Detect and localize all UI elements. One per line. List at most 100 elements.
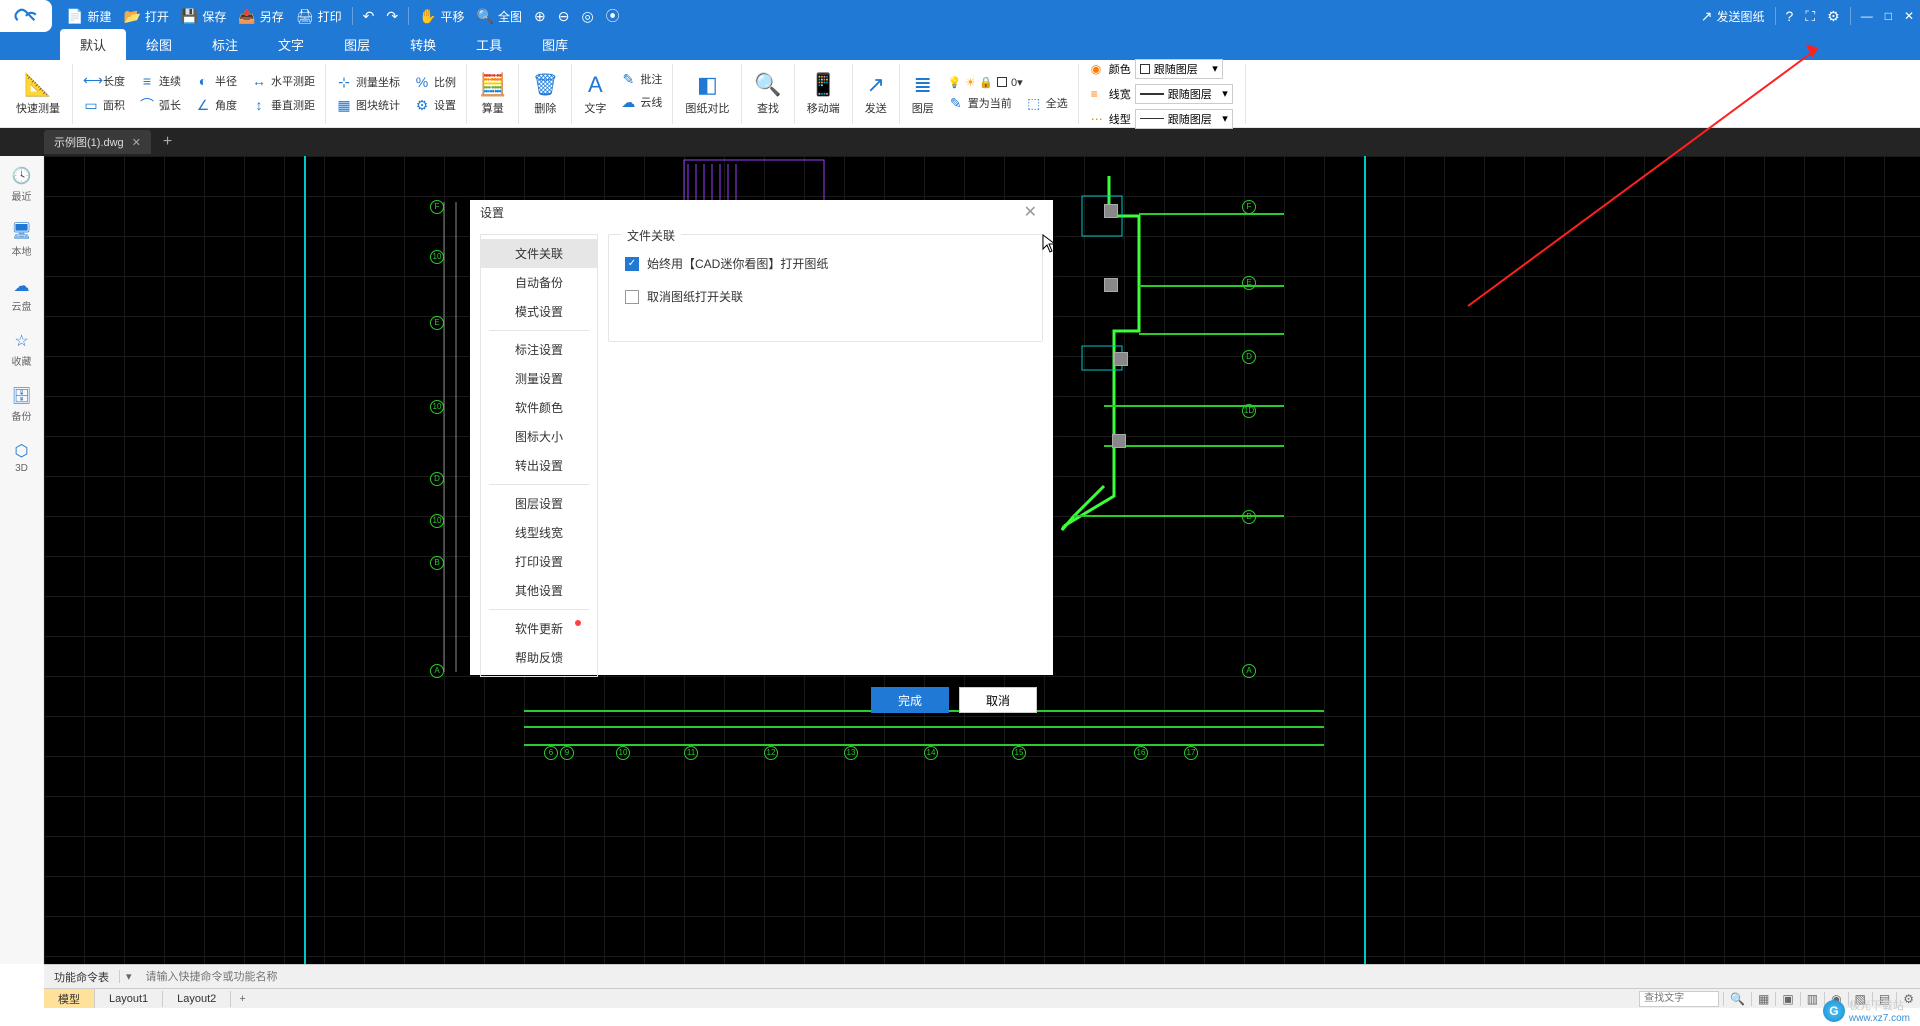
- send-button[interactable]: ↗发送: [859, 70, 893, 118]
- quick-measure-button[interactable]: 📐 快速测量: [10, 70, 66, 118]
- command-dropdown[interactable]: ▾: [119, 970, 138, 983]
- minimize-button[interactable]: —: [1855, 0, 1879, 32]
- open-button[interactable]: 📂打开: [117, 0, 174, 32]
- fullscreen-button[interactable]: ⛶: [1799, 0, 1821, 32]
- sidebar-favorite[interactable]: ☆收藏: [0, 327, 43, 372]
- dialog-close-button[interactable]: ✕: [1018, 200, 1043, 224]
- nav-other[interactable]: 其他设置: [481, 576, 597, 605]
- tab-annotate[interactable]: 标注: [192, 29, 258, 60]
- zoom-extents-button[interactable]: 🔍全图: [471, 0, 528, 32]
- nav-mode[interactable]: 模式设置: [481, 297, 597, 326]
- delete-button[interactable]: 🗑删除: [525, 70, 565, 118]
- block-stat[interactable]: ▦图块统计: [332, 96, 404, 115]
- zoom-realtime-button[interactable]: ⦿: [600, 0, 626, 32]
- sidebar-cloud[interactable]: ☁云盘: [0, 272, 43, 317]
- brush-icon: ✎: [948, 95, 964, 112]
- calc-button[interactable]: 🧮算量: [473, 70, 512, 118]
- layout-tab-model[interactable]: 模型: [44, 989, 95, 1009]
- sidebar-recent[interactable]: 🕓最近: [0, 162, 43, 207]
- sidebar-local[interactable]: 🖥本地: [0, 217, 43, 262]
- measure-hdist[interactable]: ↔水平测距: [247, 71, 319, 90]
- annotate-button[interactable]: ✎批注: [616, 70, 666, 89]
- save-button[interactable]: 💾保存: [175, 0, 232, 32]
- close-tab-icon[interactable]: ✕: [132, 136, 141, 149]
- measure-length[interactable]: ⟷长度: [79, 71, 129, 90]
- new-button[interactable]: 📄新建: [60, 0, 117, 32]
- search-go-button[interactable]: 🔍: [1723, 992, 1751, 1006]
- tab-text[interactable]: 文字: [258, 29, 324, 60]
- layer-state-row[interactable]: 💡 ☀ 🔒 0▾: [944, 75, 1072, 90]
- nav-measure[interactable]: 测量设置: [481, 364, 597, 393]
- command-input[interactable]: [138, 968, 1920, 986]
- saveas-button[interactable]: 📤另存: [232, 0, 289, 32]
- layout-tab-1[interactable]: Layout1: [95, 991, 163, 1007]
- cloud-button[interactable]: ☁云线: [616, 93, 666, 112]
- print-button[interactable]: 🖨打印: [290, 0, 348, 32]
- nav-file-assoc[interactable]: 文件关联: [481, 239, 597, 268]
- maximize-button[interactable]: □: [1879, 0, 1898, 32]
- tab-default[interactable]: 默认: [60, 29, 126, 60]
- nav-print[interactable]: 打印设置: [481, 547, 597, 576]
- pan-button[interactable]: ✋平移: [413, 0, 470, 32]
- measure-settings[interactable]: ⚙设置: [410, 96, 460, 115]
- nav-icon-size[interactable]: 图标大小: [481, 422, 597, 451]
- measure-continuous[interactable]: ≡连续: [135, 71, 185, 90]
- linetype-select[interactable]: 跟随图层▾: [1135, 109, 1233, 129]
- nav-update[interactable]: 软件更新: [481, 614, 597, 643]
- layer-select[interactable]: 0▾: [1011, 76, 1023, 89]
- tab-tools[interactable]: 工具: [456, 29, 522, 60]
- redo-button[interactable]: ↷: [380, 0, 404, 32]
- tab-draw[interactable]: 绘图: [126, 29, 192, 60]
- status-snap[interactable]: ▣: [1775, 992, 1799, 1006]
- dialog-ok-button[interactable]: 完成: [871, 687, 949, 713]
- measure-radius[interactable]: ◐半径: [191, 71, 241, 90]
- measure-vdist[interactable]: ↕垂直测距: [247, 94, 319, 116]
- add-tab-button[interactable]: +: [155, 133, 180, 151]
- layout-add-button[interactable]: +: [231, 993, 253, 1005]
- zoom-window-button[interactable]: ◎: [575, 0, 599, 32]
- checkbox-always-open[interactable]: ✓ 始终用【CAD迷你看图】打开图纸: [625, 255, 1026, 272]
- status-ortho[interactable]: ▥: [1800, 992, 1824, 1006]
- calc-icon: 🧮: [479, 72, 506, 98]
- layout-tab-2[interactable]: Layout2: [163, 991, 231, 1007]
- sidebar-backup[interactable]: 🗄备份: [0, 382, 43, 427]
- tab-library[interactable]: 图库: [522, 29, 588, 60]
- nav-linetype[interactable]: 线型线宽: [481, 518, 597, 547]
- zoom-in-button[interactable]: ⊕: [528, 0, 552, 32]
- nav-layer[interactable]: 图层设置: [481, 489, 597, 518]
- search-text-input[interactable]: [1639, 991, 1719, 1007]
- measure-angle[interactable]: ∠角度: [191, 94, 241, 116]
- select-all-layer[interactable]: ⬚全选: [1022, 94, 1072, 113]
- document-tab[interactable]: 示例图(1).dwg ✕: [44, 130, 151, 154]
- tab-layer[interactable]: 图层: [324, 29, 390, 60]
- close-button[interactable]: ✕: [1898, 0, 1920, 32]
- status-grid[interactable]: ▦: [1751, 992, 1775, 1006]
- nav-annotate[interactable]: 标注设置: [481, 335, 597, 364]
- blockstat-icon: ▦: [336, 97, 352, 114]
- help-button[interactable]: ?: [1780, 0, 1800, 32]
- measure-scale[interactable]: %比例: [410, 73, 460, 92]
- compare-button[interactable]: ◧图纸对比: [679, 70, 735, 118]
- find-button[interactable]: 🔍查找: [748, 70, 787, 118]
- zoom-out-button[interactable]: ⊖: [552, 0, 576, 32]
- settings-button[interactable]: ⚙: [1821, 0, 1846, 32]
- tab-convert[interactable]: 转换: [390, 29, 456, 60]
- set-current-layer[interactable]: ✎置为当前: [944, 94, 1016, 113]
- send-drawing-button[interactable]: ↗发送图纸: [1695, 0, 1771, 32]
- undo-button[interactable]: ↶: [357, 0, 381, 32]
- text-button[interactable]: A文字: [578, 70, 612, 118]
- linewidth-select[interactable]: 跟随图层▾: [1135, 84, 1233, 104]
- layer-button[interactable]: ≣图层: [906, 70, 940, 118]
- sidebar-3d[interactable]: ⬡3D: [0, 437, 43, 478]
- nav-auto-backup[interactable]: 自动备份: [481, 268, 597, 297]
- checkbox-cancel-assoc[interactable]: 取消图纸打开关联: [625, 288, 1026, 305]
- mobile-button[interactable]: 📱移动端: [801, 70, 846, 118]
- color-select[interactable]: 跟随图层▾: [1135, 59, 1223, 79]
- measure-area[interactable]: ▭面积: [79, 94, 129, 116]
- nav-color[interactable]: 软件颜色: [481, 393, 597, 422]
- nav-help[interactable]: 帮助反馈: [481, 643, 597, 672]
- measure-arc[interactable]: ⌒弧长: [135, 94, 185, 116]
- dialog-cancel-button[interactable]: 取消: [959, 687, 1037, 713]
- nav-export[interactable]: 转出设置: [481, 451, 597, 480]
- measure-coord[interactable]: ⊹测量坐标: [332, 73, 404, 92]
